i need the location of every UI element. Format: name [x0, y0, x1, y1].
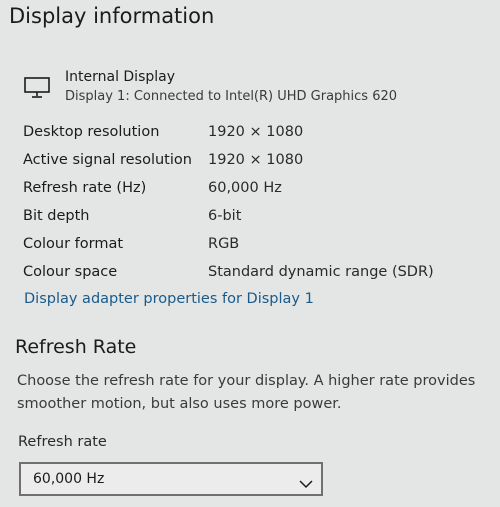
info-label: Refresh rate (Hz) [23, 180, 147, 196]
info-label: Bit depth [23, 208, 90, 224]
refresh-rate-description: Choose the refresh rate for your display… [17, 370, 487, 416]
info-label: Colour space [23, 264, 118, 280]
refresh-rate-dropdown[interactable]: 60,000 Hz [19, 462, 323, 496]
info-value: 1920 × 1080 [208, 124, 304, 140]
info-row-desktop-resolution: Desktop resolution 1920 × 1080 [23, 122, 493, 150]
info-value: 6-bit [208, 208, 242, 224]
display-header: Internal Display Display 1: Connected to… [22, 68, 492, 112]
section-title: Display information [9, 4, 215, 28]
refresh-rate-description-line-2: smoother motion, but also uses more powe… [17, 396, 342, 412]
display-name: Internal Display [65, 69, 176, 85]
chevron-down-icon [299, 474, 313, 489]
info-row-colour-space: Colour space Standard dynamic range (SDR… [23, 262, 493, 290]
info-row-active-signal-resolution: Active signal resolution 1920 × 1080 [23, 150, 493, 178]
display-info-table: Desktop resolution 1920 × 1080 Active si… [23, 122, 493, 290]
info-row-refresh-rate: Refresh rate (Hz) 60,000 Hz [23, 178, 493, 206]
info-row-colour-format: Colour format RGB [23, 234, 493, 262]
display-description: Display 1: Connected to Intel(R) UHD Gra… [65, 89, 398, 104]
info-row-bit-depth: Bit depth 6-bit [23, 206, 493, 234]
info-value: 1920 × 1080 [208, 152, 304, 168]
refresh-rate-title: Refresh Rate [15, 336, 137, 358]
info-label: Desktop resolution [23, 124, 160, 140]
info-label: Colour format [23, 236, 124, 252]
info-value: 60,000 Hz [208, 180, 282, 196]
refresh-rate-description-line-1: Choose the refresh rate for your display… [17, 373, 476, 389]
monitor-icon [24, 77, 50, 99]
refresh-rate-selected-value: 60,000 Hz [33, 471, 105, 487]
refresh-rate-dropdown-label: Refresh rate [18, 434, 107, 450]
info-value: RGB [208, 236, 240, 252]
info-value: Standard dynamic range (SDR) [208, 264, 434, 280]
info-label: Active signal resolution [23, 152, 192, 168]
display-adapter-properties-link[interactable]: Display adapter properties for Display 1 [24, 291, 314, 307]
